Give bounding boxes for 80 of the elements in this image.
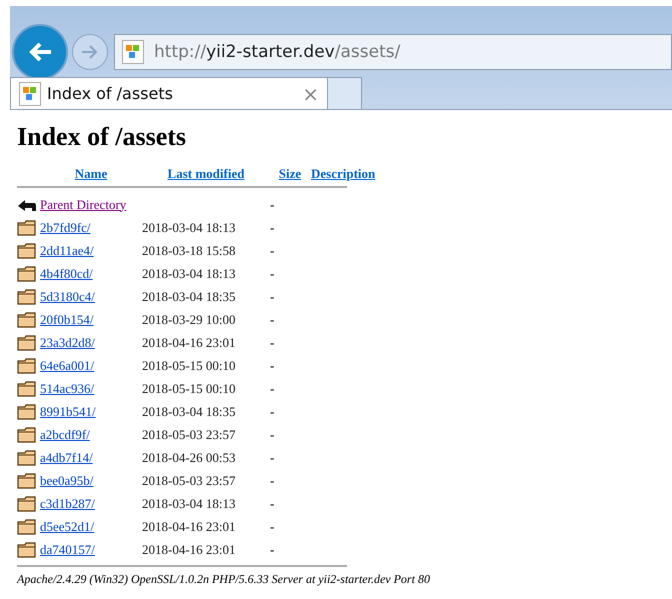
page-icon — [19, 82, 41, 106]
modified-date: 2018-03-04 18:13 — [142, 496, 236, 510]
directory-link[interactable]: 514ac936/ — [40, 380, 94, 396]
modified-date: 2018-03-29 10:00 — [142, 312, 236, 326]
new-tab-button[interactable] — [328, 77, 362, 109]
size-value: - — [270, 288, 274, 304]
folder-icon — [17, 265, 37, 282]
modified-date: 2018-03-04 18:35 — [142, 404, 236, 418]
size-value: - — [270, 334, 274, 350]
browser-tab[interactable]: Index of /assets × — [10, 77, 328, 109]
address-bar[interactable]: http://yii2-starter.dev/assets/ — [114, 34, 672, 70]
modified-date: 2018-03-04 18:35 — [142, 288, 236, 304]
folder-icon — [17, 426, 37, 443]
modified-date: 2018-04-16 23:01 — [142, 518, 236, 534]
size-value: - — [270, 242, 274, 258]
directory-link[interactable]: 64e6a001/ — [40, 358, 94, 372]
folder-icon — [17, 219, 37, 236]
size-value: - — [270, 542, 274, 556]
folder-icon — [17, 472, 37, 489]
size-value: - — [270, 380, 274, 396]
directory-link[interactable]: 23a3d2d8/ — [40, 334, 95, 350]
size-value: - — [270, 266, 274, 280]
modified-date: 2018-03-04 18:13 — [142, 266, 236, 280]
folder-icon — [17, 403, 37, 420]
column-header-link[interactable]: Last modified — [168, 166, 244, 181]
size-value: - — [270, 404, 274, 418]
folder-icon — [17, 311, 37, 328]
directory-link[interactable]: da740157/ — [40, 542, 95, 556]
directory-link[interactable]: 2dd11ae4/ — [40, 242, 94, 258]
folder-icon — [17, 288, 37, 305]
column-header-link[interactable]: Name — [74, 166, 108, 181]
close-icon[interactable]: × — [302, 82, 319, 106]
modified-date: 2018-03-04 18:13 — [142, 220, 236, 234]
size-value: - — [270, 312, 274, 326]
server-signature: Apache/2.4.29 (Win32) OpenSSL/1.0.2n PHP/5.6.33 Server at yii2-starter.dev Port 80 — [17, 572, 431, 587]
column-header-link[interactable]: Size — [278, 166, 302, 181]
tab-title: Index of /assets — [47, 84, 174, 103]
folder-icon — [17, 357, 37, 374]
modified-date: 2018-05-03 23:57 — [142, 472, 236, 488]
directory-link[interactable]: 2b7fd9fc/ — [40, 220, 91, 234]
directory-link[interactable]: Parent Directory — [40, 196, 126, 212]
modified-date: 2018-03-18 15:58 — [142, 242, 236, 258]
back-arrow-icon — [27, 41, 53, 63]
size-value: - — [270, 196, 274, 212]
folder-icon — [17, 334, 37, 351]
forward-button[interactable] — [72, 34, 108, 70]
size-value: - — [270, 450, 274, 464]
modified-date: 2018-05-03 23:57 — [142, 426, 236, 442]
size-value: - — [270, 518, 274, 534]
modified-date: 2018-04-16 23:01 — [142, 542, 236, 556]
folder-icon — [17, 541, 37, 558]
page-heading: Index of /assets — [17, 122, 188, 152]
forward-arrow-icon — [81, 45, 99, 59]
directory-link[interactable]: d5ee52d1/ — [40, 518, 94, 534]
page-icon — [122, 40, 144, 64]
folder-icon — [17, 242, 37, 259]
directory-link[interactable]: bee0a95b/ — [40, 472, 94, 488]
directory-link[interactable]: 4b4f80cd/ — [40, 266, 93, 280]
url-text: http://yii2-starter.dev/assets/ — [154, 42, 400, 62]
size-value: - — [270, 426, 274, 442]
folder-icon — [17, 495, 37, 512]
folder-icon — [17, 518, 37, 535]
column-header-link[interactable]: Description — [311, 166, 376, 181]
back-arrow-icon — [17, 198, 37, 212]
size-value: - — [270, 220, 274, 234]
modified-date: 2018-05-15 00:10 — [142, 380, 236, 396]
directory-link[interactable]: a2bcdf9f/ — [40, 426, 90, 442]
size-value: - — [270, 472, 274, 488]
directory-link[interactable]: c3d1b287/ — [40, 496, 95, 510]
size-value: - — [270, 496, 274, 510]
folder-icon — [17, 380, 37, 397]
modified-date: 2018-05-15 00:10 — [142, 358, 236, 372]
modified-date: 2018-04-26 00:53 — [142, 450, 236, 464]
directory-link[interactable]: 20f0b154/ — [40, 312, 94, 326]
directory-link[interactable]: 8991b541/ — [40, 404, 96, 418]
directory-link[interactable]: 5d3180c4/ — [40, 288, 95, 304]
size-value: - — [270, 358, 274, 372]
directory-link[interactable]: a4db7f14/ — [40, 450, 93, 464]
folder-icon — [17, 449, 37, 466]
modified-date: 2018-04-16 23:01 — [142, 334, 236, 350]
